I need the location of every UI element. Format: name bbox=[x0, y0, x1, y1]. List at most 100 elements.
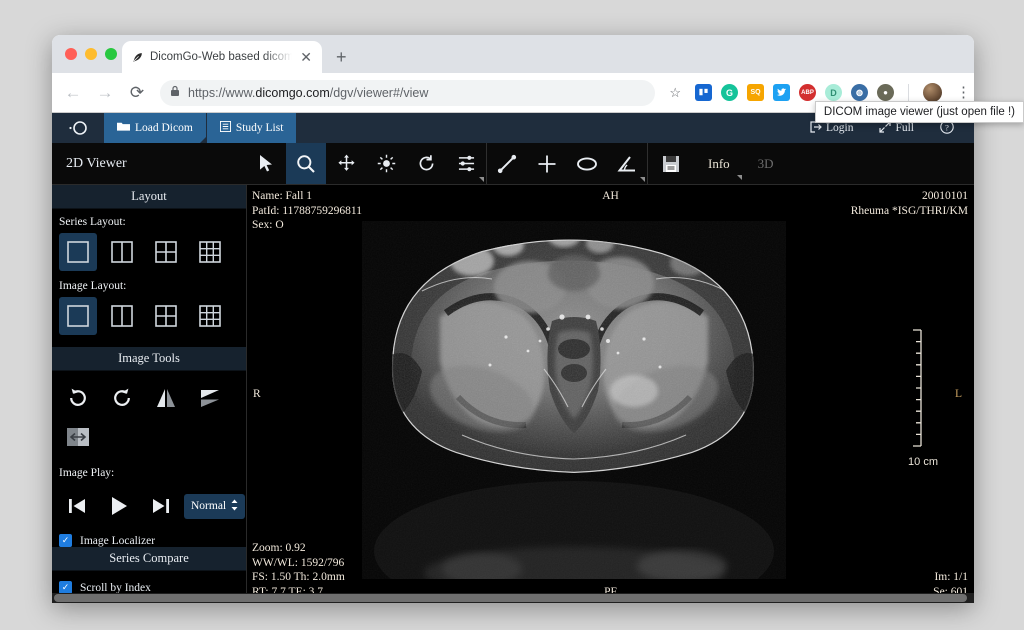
rotate-cw-button[interactable] bbox=[56, 377, 100, 419]
toolbar-output-group: Info 3D bbox=[648, 143, 788, 184]
image-tools-header: Image Tools bbox=[52, 347, 246, 371]
dark-extension-icon[interactable]: ● bbox=[877, 84, 894, 101]
menu-icon[interactable]: ⋮ bbox=[956, 85, 971, 100]
reset-tool-button[interactable] bbox=[406, 143, 446, 184]
image-layout-2x2[interactable] bbox=[147, 297, 185, 335]
pointer-tool-button[interactable] bbox=[246, 143, 286, 184]
series-layout-2x2[interactable] bbox=[147, 233, 185, 271]
series-layout-1x1[interactable] bbox=[59, 233, 97, 271]
ellipse-tool-button[interactable] bbox=[567, 143, 607, 184]
app-logo-icon[interactable] bbox=[52, 113, 104, 143]
length-tool-button[interactable] bbox=[487, 143, 527, 184]
login-label: Login bbox=[825, 122, 854, 134]
series-compare-header: Series Compare bbox=[52, 547, 246, 571]
browser-tooltip: DICOM image viewer (just open file !) bbox=[814, 101, 1024, 123]
ruler-caption: 10 cm bbox=[908, 456, 938, 468]
image-localizer-checkbox[interactable]: ✓ bbox=[59, 534, 72, 547]
dropdown-corner-icon bbox=[736, 175, 742, 180]
zoom-tool-button[interactable] bbox=[286, 143, 326, 184]
fullscreen-label: Full bbox=[895, 122, 914, 134]
list-icon bbox=[219, 121, 231, 135]
toolbar-measure-group bbox=[486, 143, 648, 184]
probe-tool-button[interactable] bbox=[527, 143, 567, 184]
layout-panel-header: Layout bbox=[52, 185, 246, 209]
save-button[interactable] bbox=[648, 143, 694, 184]
angle-tool-button[interactable] bbox=[607, 143, 647, 184]
threed-button[interactable]: 3D bbox=[744, 143, 788, 184]
first-frame-button[interactable] bbox=[56, 488, 98, 524]
dropdown-corner-icon bbox=[479, 177, 484, 182]
folder-icon bbox=[117, 121, 130, 135]
forward-icon[interactable]: → bbox=[96, 84, 114, 101]
image-layout-1x1[interactable] bbox=[59, 297, 97, 335]
extensions-bar: G SQ ABP D ◍ ● bbox=[695, 84, 894, 101]
scale-ruler: 10 cm bbox=[908, 327, 938, 468]
nav-tab-label: Load Dicom bbox=[135, 122, 193, 134]
tab-strip: DicomGo-Web based dicom vi ✕ + bbox=[52, 35, 974, 73]
grammarly-extension-icon[interactable]: G bbox=[721, 84, 738, 101]
reload-icon[interactable]: ⟳ bbox=[128, 84, 146, 101]
page-title: 2D Viewer bbox=[52, 143, 246, 184]
new-tab-button[interactable]: + bbox=[336, 47, 347, 68]
dicom-app: Load Dicom Study List Login Full ? 2D Vi… bbox=[52, 113, 974, 603]
orientation-right-marker: L bbox=[954, 387, 962, 400]
image-localizer-label: Image Localizer bbox=[80, 534, 156, 547]
minimize-window-button[interactable] bbox=[85, 48, 97, 60]
navbar-spacer bbox=[297, 113, 810, 143]
maximize-window-button[interactable] bbox=[105, 48, 117, 60]
series-layout-3x3[interactable] bbox=[191, 233, 229, 271]
image-layout-3x3[interactable] bbox=[191, 297, 229, 335]
play-button[interactable] bbox=[98, 488, 140, 524]
back-icon[interactable]: ← bbox=[64, 84, 82, 101]
svg-text:?: ? bbox=[945, 122, 949, 132]
nav-tab-study-list[interactable]: Study List bbox=[206, 113, 298, 143]
rotate-ccw-button[interactable] bbox=[100, 377, 144, 419]
avatar[interactable] bbox=[923, 83, 942, 102]
presets-tool-button[interactable] bbox=[446, 143, 486, 184]
browser-tab[interactable]: DicomGo-Web based dicom vi ✕ bbox=[122, 41, 322, 73]
image-tools-row bbox=[52, 371, 246, 419]
viewer-toolbar: 2D Viewer Info 3D bbox=[52, 143, 974, 185]
pan-tool-button[interactable] bbox=[326, 143, 366, 184]
url-input[interactable]: https://www.dicomgo.com/dgv/viewer#/view bbox=[160, 79, 656, 106]
info-button[interactable]: Info bbox=[694, 143, 744, 184]
playback-speed-select[interactable]: Normal bbox=[184, 493, 246, 519]
toolbar-manipulation-group bbox=[246, 143, 486, 184]
dicom-image[interactable] bbox=[362, 221, 786, 603]
dropdown-corner-icon bbox=[640, 177, 645, 182]
divider bbox=[908, 83, 909, 102]
trello-extension-icon[interactable] bbox=[695, 84, 712, 101]
last-frame-button[interactable] bbox=[140, 488, 182, 524]
app-body: Layout Series Layout: Image Layout: Imag… bbox=[52, 185, 974, 603]
dicom-viewport[interactable]: Name: Fall 1 PatId: 11788759296811 Sex: … bbox=[246, 185, 974, 603]
window-controls bbox=[65, 48, 117, 60]
globe-extension-icon[interactable]: ◍ bbox=[851, 84, 868, 101]
playback-controls: Normal bbox=[52, 484, 246, 524]
lock-icon bbox=[170, 85, 180, 100]
image-localizer-row[interactable]: ✓ Image Localizer bbox=[52, 524, 246, 547]
horizontal-scrollbar[interactable] bbox=[52, 593, 974, 603]
series-layout-options bbox=[52, 233, 246, 273]
image-layout-1x2[interactable] bbox=[103, 297, 141, 335]
bookmark-star-icon[interactable]: ☆ bbox=[669, 85, 681, 101]
seo-extension-icon[interactable]: SQ bbox=[747, 84, 764, 101]
adblock-extension-icon[interactable]: ABP bbox=[799, 84, 816, 101]
orientation-left-marker: R bbox=[253, 387, 261, 400]
image-layout-label: Image Layout: bbox=[59, 280, 127, 292]
invert-button[interactable] bbox=[56, 421, 100, 453]
twitter-extension-icon[interactable] bbox=[773, 84, 790, 101]
url-text: https://www.dicomgo.com/dgv/viewer#/view bbox=[188, 85, 429, 100]
browser-window: DicomGo-Web based dicom vi ✕ + ← → ⟳ htt… bbox=[52, 35, 1024, 603]
close-icon[interactable]: ✕ bbox=[298, 50, 314, 64]
series-layout-1x2[interactable] bbox=[103, 233, 141, 271]
window-level-tool-button[interactable] bbox=[366, 143, 406, 184]
image-play-label: Image Play: bbox=[59, 467, 115, 479]
close-window-button[interactable] bbox=[65, 48, 77, 60]
flip-vertical-button[interactable] bbox=[144, 377, 188, 419]
nav-tab-load-dicom[interactable]: Load Dicom bbox=[104, 113, 207, 143]
dropdown-corner-icon bbox=[199, 137, 206, 143]
scroll-by-index-label: Scroll by Index bbox=[80, 581, 151, 594]
nav-tab-label: Study List bbox=[235, 122, 284, 134]
dicom-extension-icon[interactable]: D bbox=[825, 84, 842, 101]
flip-horizontal-button[interactable] bbox=[188, 377, 232, 419]
